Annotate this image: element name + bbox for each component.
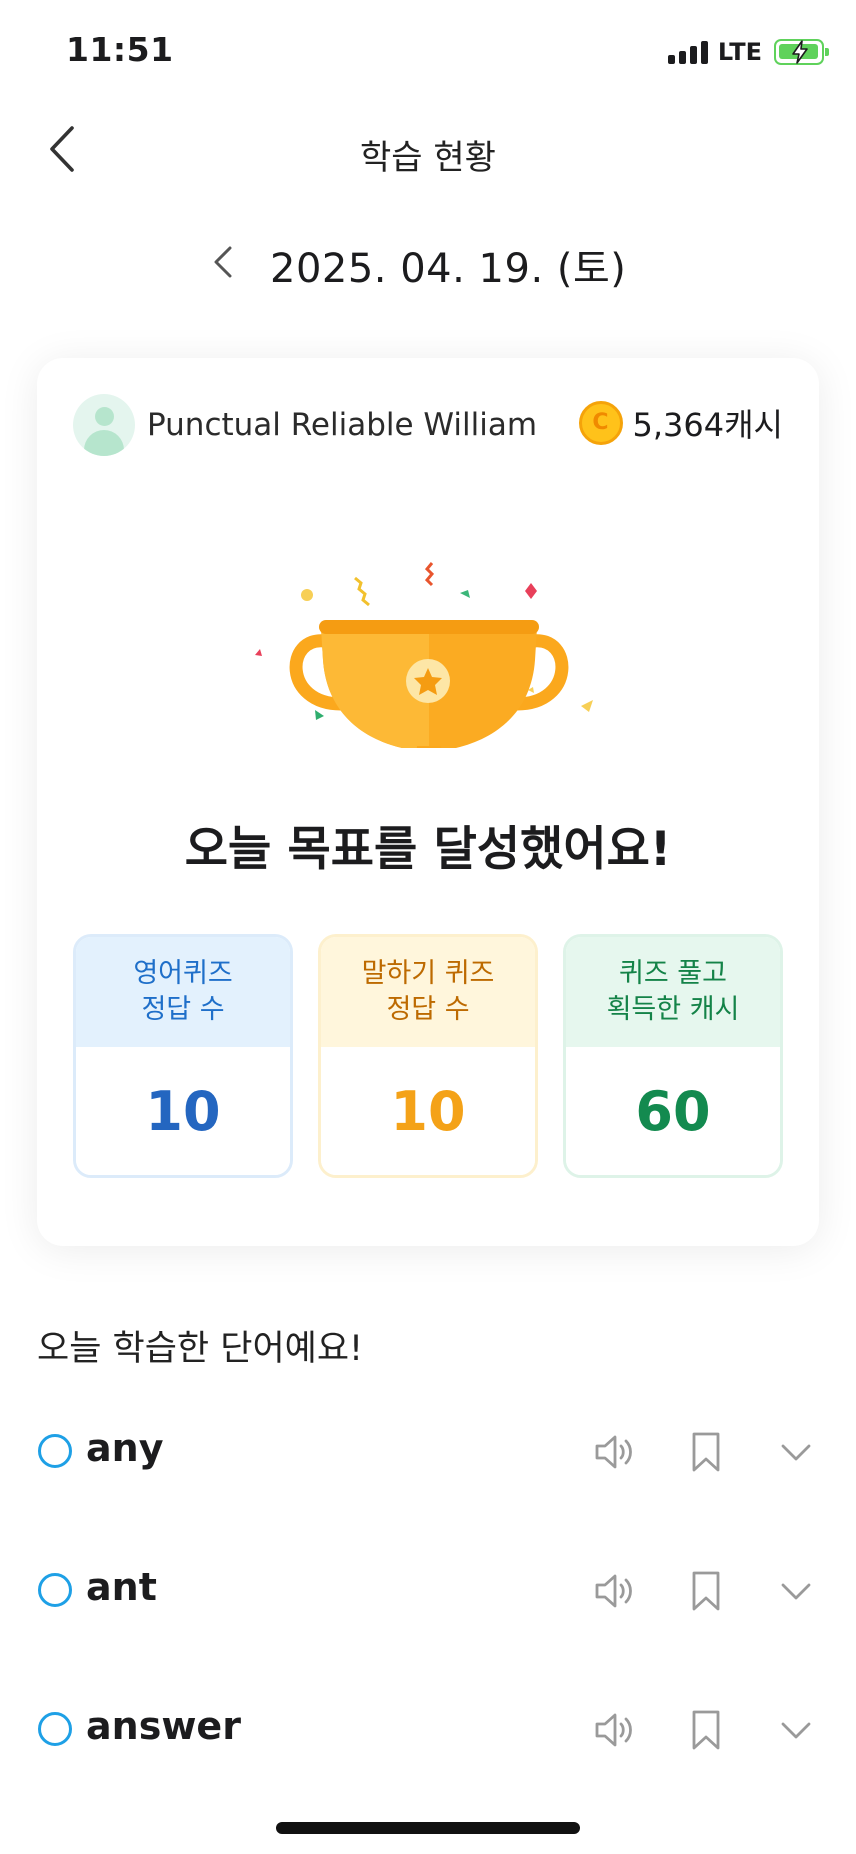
stat-value: 10 <box>321 1047 535 1175</box>
stat-label: 말하기 퀴즈 정답 수 <box>321 937 535 1047</box>
stat-value: 60 <box>566 1047 780 1175</box>
bookmark-icon[interactable] <box>682 1428 730 1476</box>
stat-label: 퀴즈 풀고 획득한 캐시 <box>566 937 780 1047</box>
word-list-item: ant <box>0 1545 856 1635</box>
username: Punctual Reliable William <box>147 407 538 443</box>
avatar <box>73 394 135 456</box>
word-text: answer <box>86 1704 241 1748</box>
signal-icon <box>667 40 708 64</box>
speaker-icon[interactable] <box>590 1567 638 1615</box>
trophy-icon <box>255 562 593 860</box>
achievement-message: 오늘 목표를 달성했어요! <box>184 822 672 877</box>
coin-icon: C <box>578 401 623 445</box>
coin-symbol: C <box>592 410 609 435</box>
word-text: any <box>86 1426 164 1470</box>
status-time: 11:51 <box>66 30 174 69</box>
word-list-item: answer <box>0 1684 856 1774</box>
status-bar: 11:51 LTE <box>0 0 856 100</box>
top-navigation: 학습 현황 <box>0 110 856 190</box>
speaker-icon[interactable] <box>590 1428 638 1476</box>
chevron-down-icon[interactable] <box>772 1706 820 1754</box>
speaker-icon[interactable] <box>590 1706 638 1754</box>
word-check-toggle[interactable] <box>38 1434 72 1468</box>
chevron-down-icon[interactable] <box>772 1567 820 1615</box>
speaking-quiz-correct-stat: 말하기 퀴즈 정답 수 10 <box>318 934 538 1178</box>
daily-summary-card: Punctual Reliable William C 5,364캐시 오늘 목… <box>37 358 819 1246</box>
date-navigator: 2025. 04. 19. (토) <box>0 230 856 294</box>
words-section-title: 오늘 학습한 단어예요! <box>37 1329 364 1369</box>
cash-balance: C 5,364캐시 <box>578 400 784 446</box>
word-text: ant <box>86 1565 157 1609</box>
user-profile: Punctual Reliable William <box>73 394 537 456</box>
battery-charging-icon <box>774 39 829 65</box>
stat-value: 10 <box>76 1047 290 1175</box>
home-indicator[interactable] <box>276 1822 580 1834</box>
page-title: 학습 현황 <box>360 138 496 178</box>
word-list-item: any <box>0 1406 856 1496</box>
cash-amount: 5,364캐시 <box>632 406 784 444</box>
trophy-illustration <box>37 508 819 860</box>
word-check-toggle[interactable] <box>38 1712 72 1746</box>
chevron-left-icon <box>214 246 232 278</box>
chevron-down-icon[interactable] <box>772 1428 820 1476</box>
stat-label: 영어퀴즈 정답 수 <box>76 937 290 1047</box>
status-indicators: LTE <box>667 38 829 66</box>
stats-row: 영어퀴즈 정답 수 10 말하기 퀴즈 정답 수 10 퀴즈 풀고 획득한 캐시… <box>73 934 783 1178</box>
network-label: LTE <box>717 38 762 66</box>
english-quiz-correct-stat: 영어퀴즈 정답 수 10 <box>73 934 293 1178</box>
learning-status-screen: 11:51 LTE 학습 현황 2025. 04. 19. (토) Punctu… <box>0 0 856 1854</box>
current-date: 2025. 04. 19. (토) <box>270 246 627 292</box>
previous-date-button[interactable] <box>206 242 242 282</box>
bookmark-icon[interactable] <box>682 1706 730 1754</box>
bookmark-icon[interactable] <box>682 1567 730 1615</box>
quiz-cash-earned-stat: 퀴즈 풀고 획득한 캐시 60 <box>563 934 783 1178</box>
word-check-toggle[interactable] <box>38 1573 72 1607</box>
